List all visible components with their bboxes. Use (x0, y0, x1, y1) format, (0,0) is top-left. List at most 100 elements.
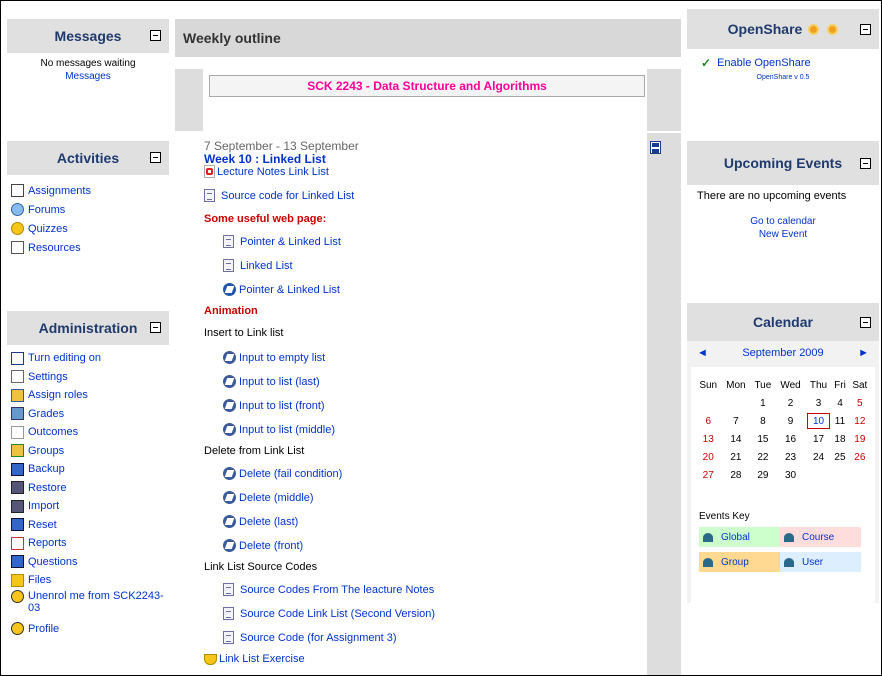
calendar-day[interactable]: 28 (721, 466, 750, 484)
resource-link[interactable]: Source code for Linked List (204, 189, 354, 202)
calendar-day[interactable]: 15 (750, 430, 775, 448)
admin-item-label[interactable]: Groups (28, 445, 64, 457)
admin-item-label[interactable]: Unenrol me from SCK2243-03 (28, 590, 165, 614)
admin-item-label[interactable]: Files (28, 574, 51, 586)
calendar-day[interactable]: 7 (721, 412, 750, 430)
calendar-day[interactable]: 12 (849, 412, 871, 430)
calendar-day[interactable]: 26 (849, 448, 871, 466)
calendar-day[interactable]: 21 (721, 448, 750, 466)
admin-item-label[interactable]: Questions (28, 556, 78, 568)
admin-item[interactable]: Grades (11, 405, 165, 424)
event-key-item[interactable]: Group (699, 552, 780, 572)
resource-link[interactable]: Source Code (for Assignment 3) (223, 631, 397, 644)
resource-link[interactable]: Linked List (223, 259, 293, 272)
hide-block-icon[interactable] (860, 24, 871, 35)
event-key-item[interactable]: Course (780, 527, 861, 547)
activity-item[interactable]: Resources (11, 238, 165, 257)
admin-item-label[interactable]: Reset (28, 519, 57, 531)
resource-link[interactable]: Input to list (middle) (223, 423, 335, 436)
admin-item-label[interactable]: Settings (28, 371, 68, 383)
next-month-icon[interactable]: ► (858, 347, 869, 359)
show-one-week-icon[interactable] (650, 141, 661, 154)
calendar-day[interactable]: 2 (775, 394, 805, 412)
resource-link[interactable]: Input to list (front) (223, 399, 325, 412)
calendar-day[interactable]: 22 (750, 448, 775, 466)
resource-link[interactable]: Delete (last) (223, 515, 298, 528)
admin-item-label[interactable]: Profile (28, 623, 59, 635)
admin-item-label[interactable]: Outcomes (28, 426, 78, 438)
admin-item[interactable]: Backup (11, 460, 165, 479)
resource-link[interactable]: Input to list (last) (223, 375, 320, 388)
calendar-day[interactable]: 9 (775, 412, 805, 430)
admin-item[interactable]: Assign roles (11, 386, 165, 405)
admin-item[interactable]: Restore (11, 479, 165, 498)
admin-item-label[interactable]: Restore (28, 482, 67, 494)
new-event-link[interactable]: New Event (691, 229, 875, 240)
calendar-day[interactable]: 27 (695, 466, 721, 484)
resource-link[interactable]: Delete (front) (223, 539, 303, 552)
event-key-item[interactable]: Global (699, 527, 780, 547)
resource-link[interactable]: Source Codes From The leacture Notes (223, 583, 434, 596)
resource-link[interactable]: Delete (middle) (223, 491, 314, 504)
admin-item[interactable]: Files (11, 571, 165, 590)
activity-item-label[interactable]: Quizzes (28, 223, 68, 235)
resource-link[interactable]: Lecture Notes Link List (204, 165, 329, 178)
calendar-day[interactable]: 14 (721, 430, 750, 448)
resource-link[interactable]: Source Code Link List (Second Version) (223, 607, 435, 620)
calendar-month-link[interactable]: September 2009 (742, 347, 823, 359)
admin-item-label[interactable]: Grades (28, 408, 64, 420)
resource-link[interactable]: Pointer & Linked List (223, 235, 341, 248)
admin-item[interactable]: Outcomes (11, 423, 165, 442)
admin-item[interactable]: Turn editing on (11, 349, 165, 368)
calendar-day[interactable]: 30 (775, 466, 805, 484)
previous-month-icon[interactable]: ◄ (697, 347, 708, 359)
hide-block-icon[interactable] (860, 317, 871, 328)
calendar-day[interactable]: 18 (831, 430, 848, 448)
resource-link[interactable]: Delete (fail condition) (223, 467, 342, 480)
calendar-day[interactable]: 6 (695, 412, 721, 430)
admin-item[interactable]: Profile (11, 620, 165, 639)
admin-item-label[interactable]: Import (28, 500, 59, 512)
hide-block-icon[interactable] (860, 158, 871, 169)
calendar-day[interactable]: 13 (695, 430, 721, 448)
admin-item[interactable]: Reports (11, 534, 165, 553)
calendar-day[interactable]: 24 (806, 448, 832, 466)
activity-item[interactable]: Forums (11, 200, 165, 219)
enable-openshare-link[interactable]: Enable OpenShare (717, 57, 811, 69)
calendar-day[interactable]: 11 (831, 412, 848, 430)
calendar-day[interactable]: 17 (806, 430, 832, 448)
admin-item-label[interactable]: Assign roles (28, 389, 88, 401)
admin-item[interactable]: Unenrol me from SCK2243-03 (11, 589, 165, 620)
admin-item[interactable]: Settings (11, 368, 165, 387)
calendar-day[interactable]: 20 (695, 448, 721, 466)
resource-link[interactable]: Input to empty list (223, 351, 325, 364)
hide-block-icon[interactable] (150, 30, 161, 41)
activity-item[interactable]: Quizzes (11, 219, 165, 238)
calendar-day[interactable]: 25 (831, 448, 848, 466)
resource-link[interactable]: Link List Exercise (204, 653, 305, 665)
hide-block-icon[interactable] (150, 322, 161, 333)
activity-item-label[interactable]: Resources (28, 242, 81, 254)
admin-item-label[interactable]: Turn editing on (28, 352, 101, 364)
calendar-day[interactable]: 16 (775, 430, 805, 448)
admin-item-label[interactable]: Backup (28, 463, 65, 475)
admin-item[interactable]: Groups (11, 442, 165, 461)
hide-block-icon[interactable] (150, 152, 161, 163)
calendar-day[interactable]: 4 (831, 394, 848, 412)
admin-item[interactable]: Questions (11, 553, 165, 572)
calendar-day[interactable]: 29 (750, 466, 775, 484)
go-to-calendar-link[interactable]: Go to calendar (691, 216, 875, 227)
event-key-item[interactable]: User (780, 552, 861, 572)
calendar-day[interactable]: 5 (849, 394, 871, 412)
calendar-day[interactable]: 3 (806, 394, 832, 412)
activity-item-label[interactable]: Forums (28, 204, 65, 216)
calendar-day[interactable]: 1 (750, 394, 775, 412)
calendar-day[interactable]: 23 (775, 448, 805, 466)
calendar-day[interactable]: 8 (750, 412, 775, 430)
calendar-today[interactable]: 10 (806, 412, 832, 430)
calendar-day[interactable]: 19 (849, 430, 871, 448)
admin-item[interactable]: Import (11, 497, 165, 516)
activity-item-label[interactable]: Assignments (28, 185, 91, 197)
resource-link[interactable]: Pointer & Linked List (223, 283, 340, 296)
activity-item[interactable]: Assignments (11, 181, 165, 200)
